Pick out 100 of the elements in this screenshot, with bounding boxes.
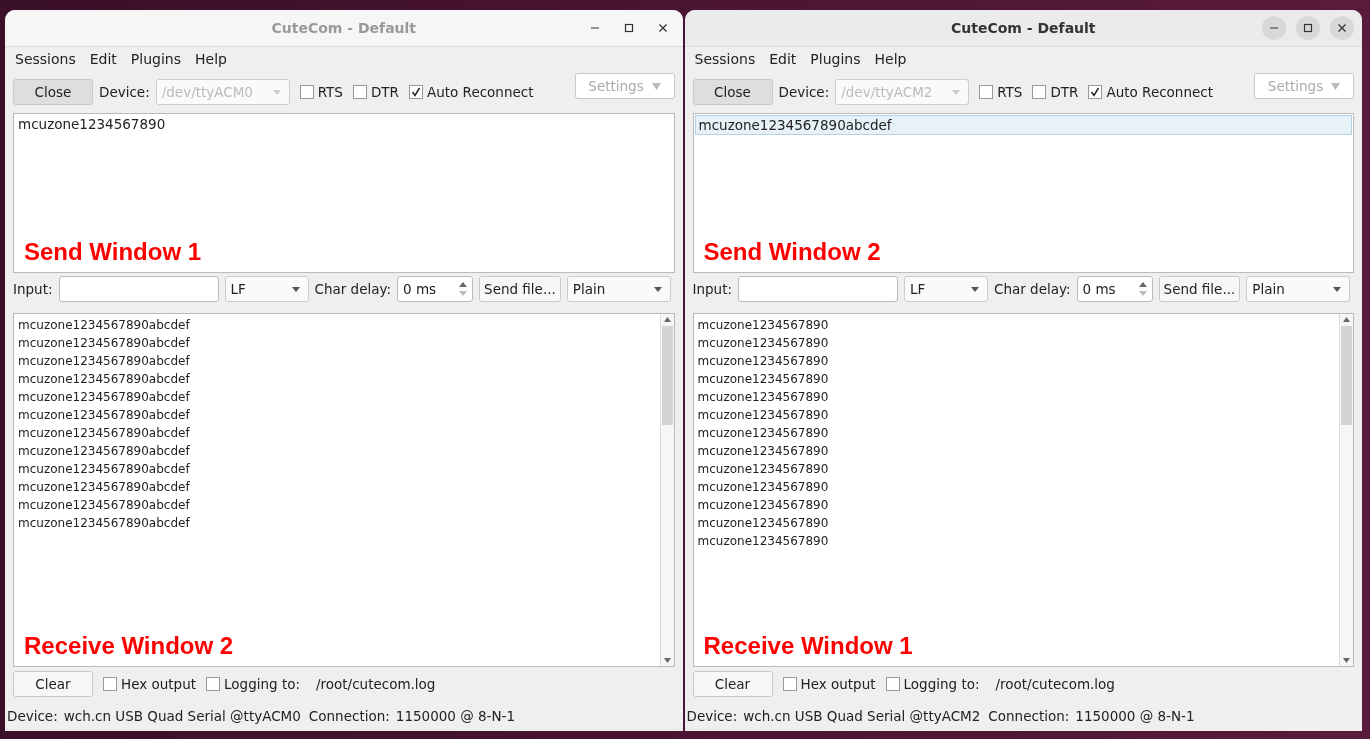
status-device: wch.cn USB Quad Serial @ttyACM2 — [743, 708, 981, 724]
checkbox-label: Logging to: — [224, 676, 300, 692]
window-title: CuteCom - Default — [950, 20, 1096, 36]
received-line: mcuzone1234567890 — [697, 533, 830, 550]
dropdown-arrow-icon — [971, 286, 979, 292]
spin-arrows-icon[interactable] — [1138, 280, 1147, 298]
maximize-icon — [623, 23, 634, 33]
received-line: mcuzone1234567890 — [697, 443, 830, 460]
char-delay-label: Char delay: — [994, 281, 1071, 297]
clear-button[interactable]: Clear — [13, 671, 93, 697]
scrollbar-thumb[interactable] — [661, 326, 673, 426]
menu-item[interactable]: Sessions — [694, 51, 756, 67]
scroll-up-arrow-icon[interactable] — [1343, 317, 1350, 322]
received-line: mcuzone1234567890abcdef — [18, 479, 191, 496]
dropdown-arrow-icon — [1331, 82, 1341, 90]
received-line: mcuzone1234567890 — [697, 335, 830, 352]
history-item[interactable]: mcuzone1234567890abcdef — [694, 115, 1352, 135]
line-ending-dropdown[interactable]: LF — [904, 276, 988, 302]
maximize-icon — [1303, 23, 1313, 33]
char-delay-spinbox[interactable]: 0 ms — [1076, 276, 1153, 302]
menu-item[interactable]: Help — [874, 51, 907, 67]
checkbox[interactable] — [299, 85, 314, 99]
close-button[interactable]: Close — [13, 79, 93, 105]
scrollbar[interactable] — [1339, 314, 1353, 666]
menu-item[interactable]: Edit — [89, 51, 117, 67]
close-window-button[interactable] — [1330, 16, 1354, 40]
status-label: Device: — [7, 708, 58, 724]
device-label: Device: — [778, 84, 830, 100]
line-ending-dropdown[interactable]: LF — [224, 276, 309, 302]
checkbox-label: DTR — [370, 84, 399, 100]
received-line: mcuzone1234567890abcdef — [18, 425, 191, 442]
received-line: mcuzone1234567890 — [697, 407, 830, 424]
annotation-text: Send Window 2 — [703, 238, 881, 266]
clear-button[interactable]: Clear — [692, 671, 773, 697]
received-line: mcuzone1234567890abcdef — [18, 407, 191, 424]
received-line: mcuzone1234567890 — [697, 461, 830, 478]
checkbox[interactable] — [206, 677, 221, 691]
format-dropdown[interactable]: Plain — [566, 276, 671, 302]
status-label: Connection: — [988, 708, 1070, 724]
checkbox[interactable] — [352, 85, 367, 99]
received-line: mcuzone1234567890abcdef — [18, 497, 191, 514]
scroll-up-arrow-icon[interactable] — [663, 317, 671, 322]
received-line: mcuzone1234567890 — [697, 389, 830, 406]
scrollbar[interactable] — [659, 314, 674, 666]
send-file-button[interactable]: Send file... — [479, 276, 561, 302]
input-label: Input: — [13, 281, 53, 297]
checkbox-label: Auto Reconnect — [426, 84, 534, 100]
checkbox[interactable] — [885, 677, 900, 691]
received-line: mcuzone1234567890 — [697, 497, 830, 514]
menu-item[interactable]: Help — [195, 51, 227, 67]
checkbox[interactable] — [782, 677, 797, 691]
status-label: Connection: — [308, 708, 390, 724]
received-line: mcuzone1234567890abcdef — [18, 371, 191, 388]
checkbox[interactable] — [979, 85, 994, 99]
received-line: mcuzone1234567890 — [697, 317, 830, 334]
annotation-text: Send Window 1 — [24, 238, 202, 266]
checkbox[interactable] — [1032, 85, 1047, 99]
char-delay-spinbox[interactable]: 0 ms — [397, 276, 474, 302]
log-path: /root/cutecom.log — [316, 676, 436, 692]
scrollbar-thumb[interactable] — [1341, 326, 1352, 426]
checkbox-label: Hex output — [800, 676, 876, 692]
received-line: mcuzone1234567890abcdef — [18, 443, 191, 460]
status-device: wch.cn USB Quad Serial @ttyACM0 — [63, 708, 301, 724]
received-line: mcuzone1234567890abcdef — [18, 389, 191, 406]
dropdown-arrow-icon — [653, 286, 662, 292]
status-connection: 1150000 @ 8-N-1 — [1075, 708, 1195, 724]
received-line: mcuzone1234567890 — [697, 479, 830, 496]
input-field[interactable] — [738, 276, 898, 302]
menu-item[interactable]: Sessions — [15, 51, 76, 67]
maximize-button[interactable] — [1296, 16, 1320, 40]
spin-arrows-icon[interactable] — [459, 280, 468, 298]
send-file-button[interactable]: Send file... — [1158, 276, 1241, 302]
minimize-icon — [1269, 27, 1279, 29]
close-button[interactable]: Close — [692, 79, 773, 105]
checkbox-label: DTR — [1050, 84, 1079, 100]
menu-item[interactable]: Plugins — [130, 51, 181, 67]
status-label: Device: — [686, 708, 738, 724]
dropdown-arrow-icon — [291, 286, 300, 292]
checkbox[interactable] — [1088, 85, 1103, 99]
checkbox[interactable] — [408, 85, 423, 99]
log-path: /root/cutecom.log — [995, 676, 1115, 692]
annotation-text: Receive Window 1 — [703, 632, 913, 660]
checkbox[interactable] — [103, 677, 117, 691]
menu-item[interactable]: Plugins — [810, 51, 861, 67]
annotation-text: Receive Window 2 — [24, 632, 234, 660]
minimize-button[interactable] — [1262, 16, 1286, 40]
scroll-down-arrow-icon[interactable] — [1343, 658, 1350, 663]
checkbox-label: RTS — [997, 84, 1023, 100]
history-item[interactable]: mcuzone1234567890 — [15, 115, 673, 133]
menu-item[interactable]: Edit — [769, 51, 797, 67]
received-line: mcuzone1234567890abcdef — [18, 353, 191, 370]
received-line: mcuzone1234567890 — [697, 353, 830, 370]
device-label: Device: — [99, 84, 150, 100]
dropdown-arrow-icon — [1333, 286, 1342, 292]
close-icon — [657, 23, 668, 33]
close-icon — [1337, 23, 1347, 33]
input-field[interactable] — [58, 276, 219, 302]
format-dropdown[interactable]: Plain — [1246, 276, 1351, 302]
minimize-icon — [589, 27, 600, 29]
scroll-down-arrow-icon[interactable] — [663, 658, 671, 663]
